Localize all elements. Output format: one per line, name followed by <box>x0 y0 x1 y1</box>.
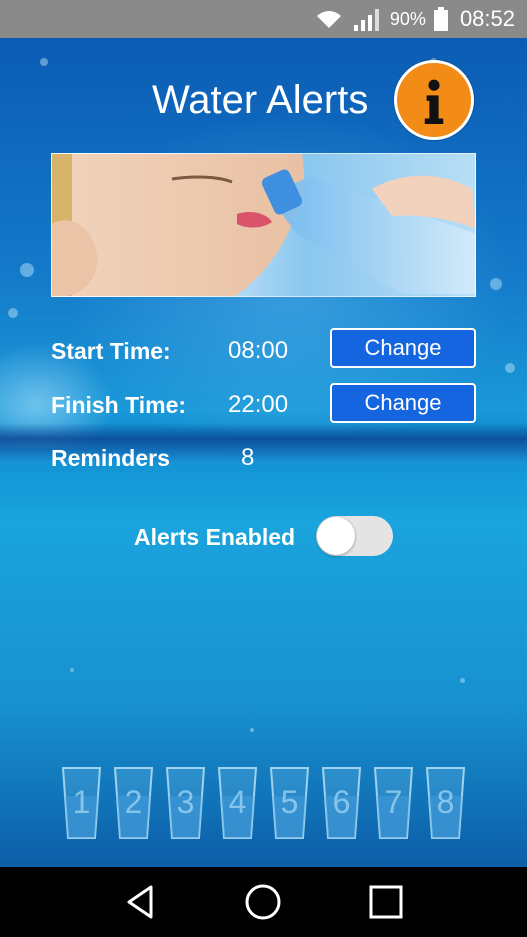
back-icon[interactable] <box>121 882 161 922</box>
glass-number: 6 <box>332 784 351 820</box>
page-title: Water Alerts <box>152 78 369 122</box>
reminders-label: Reminders <box>51 445 170 471</box>
finish-time-label: Finish Time: <box>51 392 187 418</box>
toggle-knob <box>317 517 355 555</box>
glass-8[interactable]: 8 <box>425 766 466 840</box>
glass-5[interactable]: 5 <box>269 766 310 840</box>
bubble <box>460 678 465 683</box>
battery-percent: 90% <box>389 8 426 29</box>
finish-time-value: 22:00 <box>228 391 289 418</box>
start-time-value: 08:00 <box>228 337 289 364</box>
start-time-label: Start Time: <box>51 338 171 364</box>
glass-number: 2 <box>124 784 143 820</box>
glass-number: 8 <box>436 784 455 820</box>
glass-number: 1 <box>72 784 91 820</box>
glass-number: 3 <box>176 784 195 820</box>
reminders-value: 8 <box>241 444 255 471</box>
change-finish-time-button[interactable]: Change <box>330 383 476 423</box>
woman-drinking-illustration <box>52 154 475 296</box>
alerts-enabled-label: Alerts Enabled <box>134 524 296 550</box>
bubble <box>505 363 515 373</box>
main-screen: Water Alerts Start Time: 08:00 Change Fi… <box>0 38 527 867</box>
drinking-water-image <box>51 153 476 297</box>
bubble <box>490 278 502 290</box>
glass-number: 4 <box>228 784 247 820</box>
home-icon[interactable] <box>243 882 283 922</box>
glass-1[interactable]: 1 <box>61 766 102 840</box>
battery-icon <box>433 7 448 31</box>
change-start-time-button[interactable]: Change <box>330 328 476 368</box>
glass-tracker: 12345678 <box>61 766 466 840</box>
glass-4[interactable]: 4 <box>217 766 258 840</box>
signal-icon <box>353 9 379 31</box>
recents-icon[interactable] <box>366 882 406 922</box>
info-button[interactable] <box>394 60 474 140</box>
bubble <box>8 308 18 318</box>
glass-2[interactable]: 2 <box>113 766 154 840</box>
status-time: 08:52 <box>459 6 515 31</box>
navigation-bar <box>0 867 527 937</box>
bubble <box>70 668 74 672</box>
glass-6[interactable]: 6 <box>321 766 362 840</box>
wifi-icon <box>316 11 341 28</box>
glass-3[interactable]: 3 <box>165 766 206 840</box>
glass-number: 5 <box>280 784 299 820</box>
info-icon <box>424 79 444 125</box>
bubble <box>250 728 254 732</box>
bubble <box>20 263 34 277</box>
bubble <box>40 58 48 66</box>
glass-number: 7 <box>384 784 403 820</box>
glass-7[interactable]: 7 <box>373 766 414 840</box>
alerts-enabled-toggle[interactable] <box>316 516 393 556</box>
status-bar: 90% 08:52 <box>0 0 527 38</box>
